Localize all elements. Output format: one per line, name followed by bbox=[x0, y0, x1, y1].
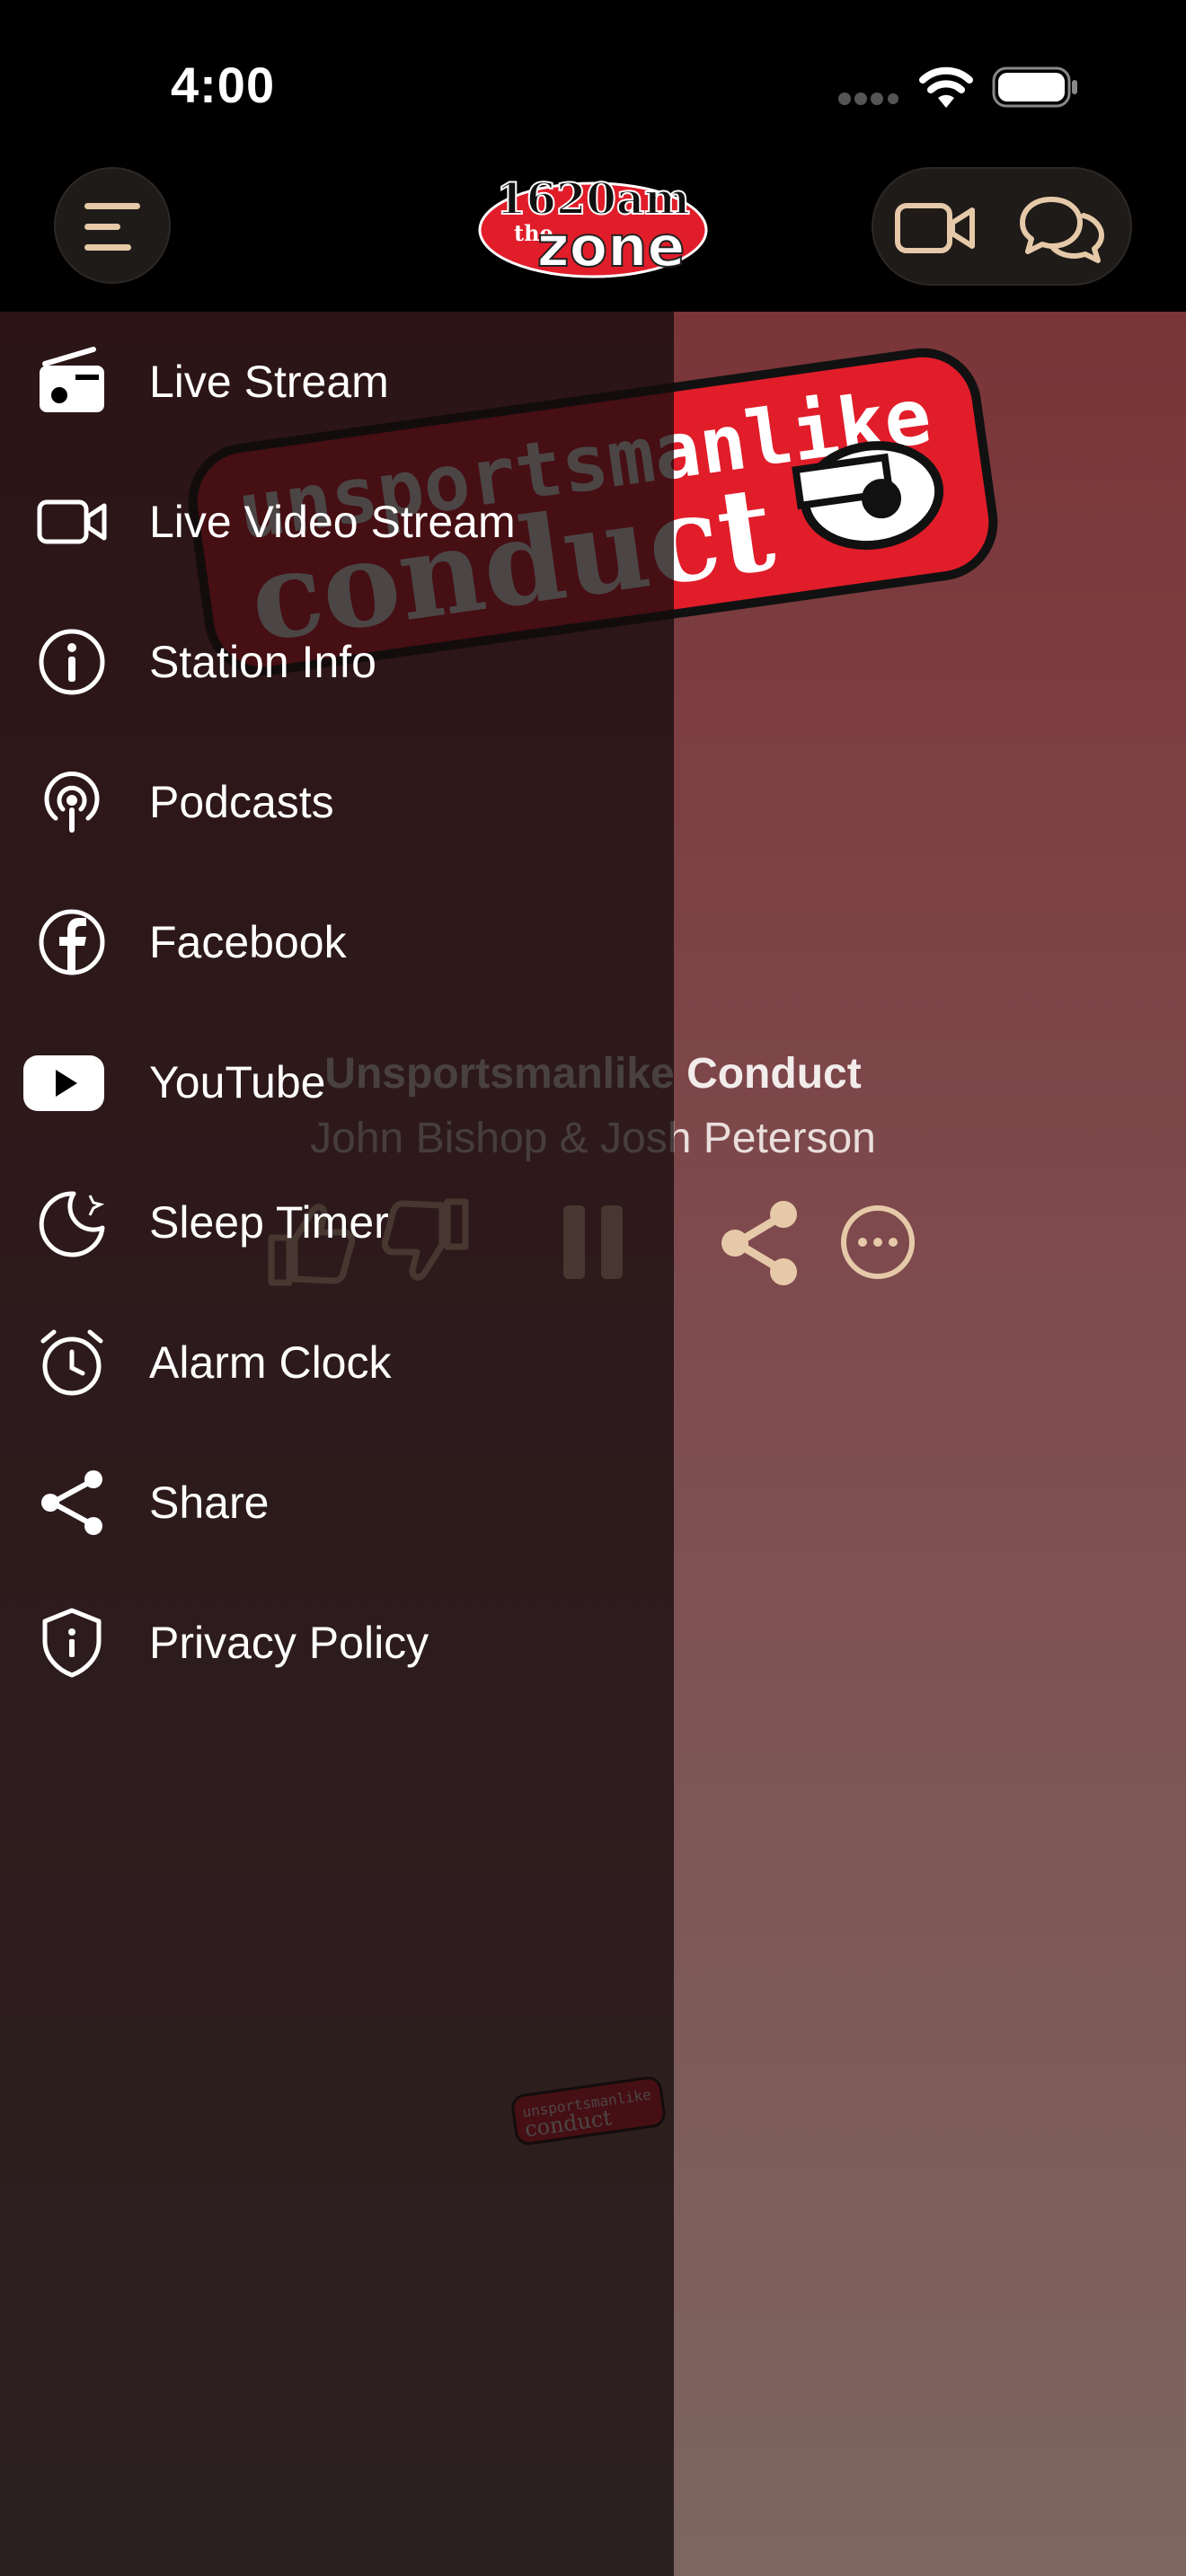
drawer-item-podcasts[interactable]: Podcasts bbox=[0, 732, 674, 872]
drawer-item-label: Alarm Clock bbox=[149, 1337, 392, 1388]
drawer-item-facebook[interactable]: Facebook bbox=[0, 872, 674, 1012]
drawer-item-youtube[interactable]: YouTube bbox=[0, 1012, 674, 1152]
share-icon bbox=[36, 1467, 108, 1539]
video-camera-icon bbox=[36, 486, 108, 558]
ellipsis-circle-icon bbox=[841, 1205, 915, 1279]
facebook-icon bbox=[36, 906, 108, 978]
drawer-item-label: Sleep Timer bbox=[149, 1197, 389, 1248]
wifi-icon bbox=[919, 66, 973, 108]
live-video-button[interactable] bbox=[886, 185, 985, 271]
battery-icon bbox=[992, 66, 1077, 108]
drawer-item-share[interactable]: Share bbox=[0, 1433, 674, 1573]
drawer-item-alarm-clock[interactable]: Alarm Clock bbox=[0, 1292, 674, 1433]
chat-bubbles-icon bbox=[1020, 197, 1104, 263]
radio-icon bbox=[36, 346, 108, 418]
drawer-item-live-stream[interactable]: Live Stream bbox=[0, 312, 674, 452]
drawer-item-label: Live Stream bbox=[149, 357, 389, 407]
drawer-item-live-video-stream[interactable]: Live Video Stream bbox=[0, 452, 674, 592]
youtube-icon bbox=[23, 1046, 108, 1118]
shield-icon bbox=[36, 1607, 108, 1679]
video-camera-icon bbox=[895, 203, 975, 253]
status-time: 4:00 bbox=[171, 57, 276, 113]
alarm-clock-icon bbox=[36, 1327, 108, 1398]
drawer-item-label: Facebook bbox=[149, 917, 347, 967]
share-icon bbox=[721, 1201, 797, 1285]
drawer-item-label: Podcasts bbox=[149, 777, 334, 827]
side-drawer: Live Stream Live Video Stream Station In… bbox=[0, 312, 674, 2576]
moon-icon bbox=[36, 1187, 108, 1258]
podcast-icon bbox=[36, 766, 108, 838]
video-chat-pill bbox=[872, 167, 1132, 286]
drawer-item-label: Live Video Stream bbox=[149, 497, 516, 547]
cellular-signal-icon bbox=[838, 93, 898, 105]
menu-icon bbox=[84, 203, 140, 251]
info-icon bbox=[36, 626, 108, 698]
more-options-button[interactable] bbox=[828, 1193, 927, 1292]
share-track-button[interactable] bbox=[710, 1193, 809, 1292]
svg-text:zone: zone bbox=[537, 214, 686, 279]
station-logo: 1620am the zone bbox=[478, 173, 708, 280]
drawer-item-privacy-policy[interactable]: Privacy Policy bbox=[0, 1573, 674, 1713]
drawer-item-station-info[interactable]: Station Info bbox=[0, 592, 674, 732]
status-bar: 4:00 bbox=[0, 0, 1186, 171]
drawer-item-label: Privacy Policy bbox=[149, 1618, 429, 1668]
drawer-item-label: YouTube bbox=[149, 1057, 326, 1107]
drawer-item-label: Share bbox=[149, 1478, 270, 1528]
menu-button[interactable] bbox=[54, 167, 171, 284]
drawer-item-sleep-timer[interactable]: Sleep Timer bbox=[0, 1152, 674, 1292]
chat-button[interactable] bbox=[1008, 185, 1116, 271]
drawer-item-label: Station Info bbox=[149, 637, 376, 687]
